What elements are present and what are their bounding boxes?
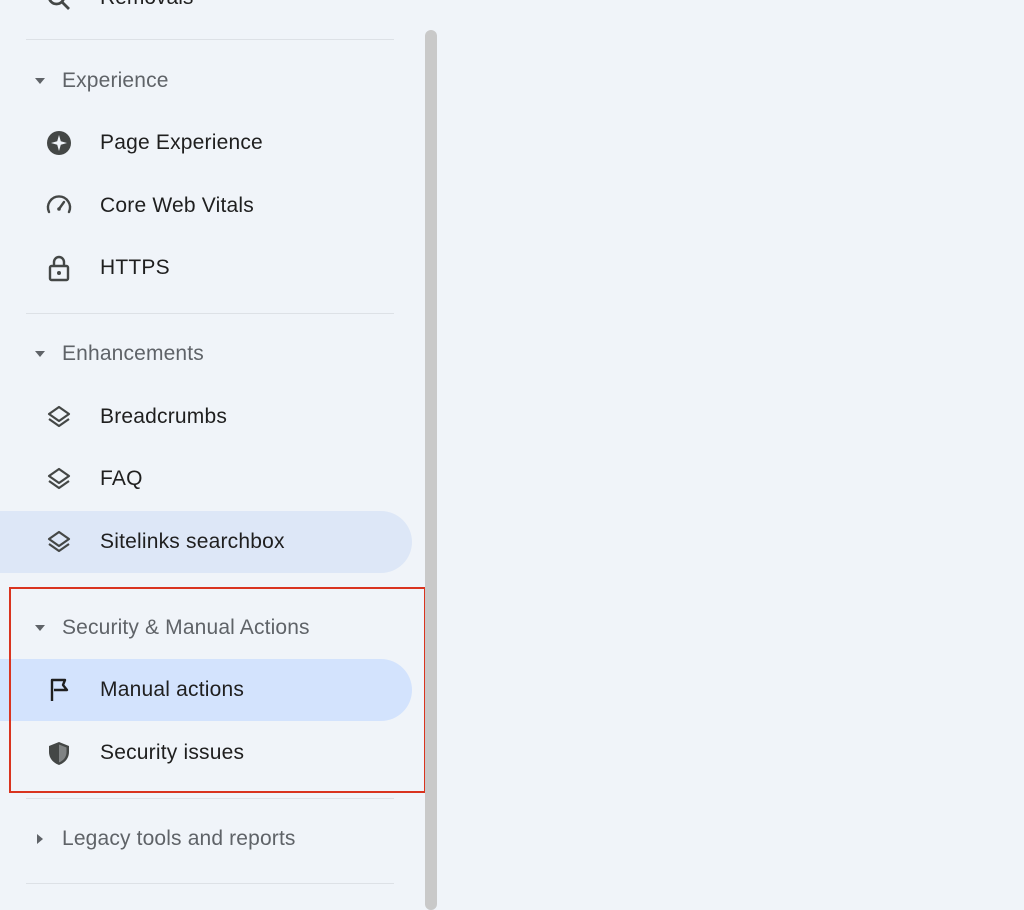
layers-icon bbox=[44, 464, 74, 494]
section-title-security-manual-actions: Security & Manual Actions bbox=[62, 616, 310, 639]
caret-down-icon bbox=[33, 621, 47, 635]
sidebar-item-label: Page Experience bbox=[100, 131, 263, 154]
section-header-experience[interactable]: Experience bbox=[0, 61, 412, 101]
divider bbox=[26, 798, 394, 799]
lock-icon bbox=[44, 253, 74, 283]
sidebar-item-label: Sitelinks searchbox bbox=[100, 530, 285, 553]
sidebar-item-page-experience[interactable]: Page Experience bbox=[0, 112, 412, 174]
sidebar-item-removals[interactable]: Removals bbox=[100, 0, 193, 10]
layers-icon bbox=[44, 527, 74, 557]
flag-icon bbox=[44, 675, 74, 705]
sidebar-item-https[interactable]: HTTPS bbox=[0, 237, 412, 299]
speedometer-icon bbox=[44, 191, 74, 221]
shield-icon bbox=[44, 738, 74, 768]
sidebar-item-label: Core Web Vitals bbox=[100, 194, 254, 217]
section-header-security-manual-actions[interactable]: Security & Manual Actions bbox=[0, 608, 412, 648]
section-title-enhancements: Enhancements bbox=[62, 342, 204, 365]
section-title-legacy-tools: Legacy tools and reports bbox=[62, 827, 296, 850]
caret-right-icon bbox=[33, 832, 47, 846]
caret-down-icon bbox=[33, 74, 47, 88]
caret-down-icon bbox=[33, 347, 47, 361]
page-experience-icon bbox=[44, 128, 74, 158]
sidebar-item-sitelinks-searchbox[interactable]: Sitelinks searchbox bbox=[0, 511, 412, 573]
divider bbox=[26, 39, 394, 40]
divider bbox=[26, 313, 394, 314]
sidebar-item-security-issues[interactable]: Security issues bbox=[0, 722, 412, 784]
sidebar-item-label: Breadcrumbs bbox=[100, 405, 228, 428]
sidebar-item-core-web-vitals[interactable]: Core Web Vitals bbox=[0, 175, 412, 237]
sidebar-item-label: Security issues bbox=[100, 741, 245, 764]
sidebar-scrollbar[interactable] bbox=[425, 30, 437, 910]
section-title-experience: Experience bbox=[62, 69, 169, 92]
sidebar-item-label: HTTPS bbox=[100, 256, 170, 279]
layers-icon bbox=[44, 402, 74, 432]
main-content-area bbox=[437, 0, 1024, 893]
sidebar-item-breadcrumbs[interactable]: Breadcrumbs bbox=[0, 386, 412, 448]
search-off-icon bbox=[44, 0, 74, 14]
section-header-legacy-tools[interactable]: Legacy tools and reports bbox=[0, 819, 412, 859]
sidebar-item-faq[interactable]: FAQ bbox=[0, 448, 412, 510]
sidebar-item-manual-actions[interactable]: Manual actions bbox=[0, 659, 412, 721]
sidebar-nav: Removals Experience Page Experience Core… bbox=[0, 0, 426, 893]
section-header-enhancements[interactable]: Enhancements bbox=[0, 334, 412, 374]
sidebar-item-label: Manual actions bbox=[100, 678, 245, 701]
sidebar-item-label: FAQ bbox=[100, 467, 143, 490]
divider bbox=[26, 883, 394, 884]
